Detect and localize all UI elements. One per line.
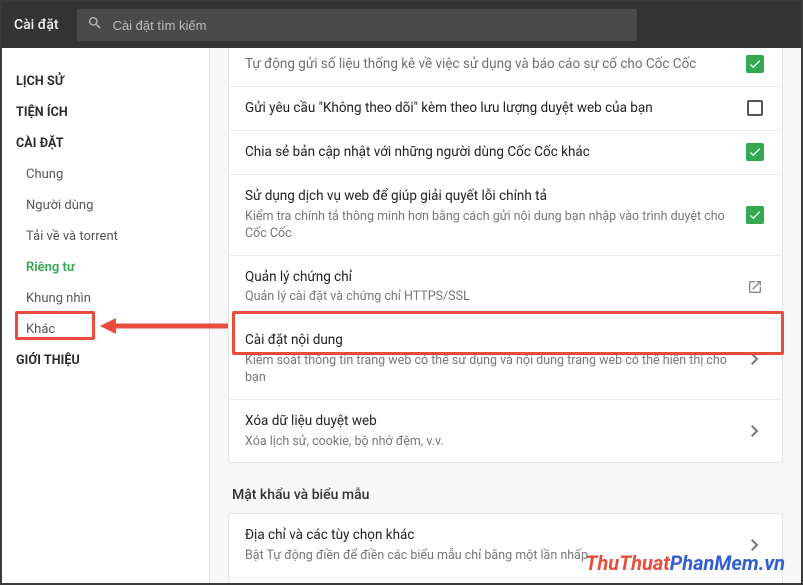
sidebar-item-general[interactable]: Chung: [16, 159, 209, 190]
row-title: Cài đặt nội dung: [245, 331, 732, 350]
forms-card: Địa chỉ và các tùy chọn khác Bật Tự động…: [228, 513, 783, 583]
row-title: Sử dụng dịch vụ web để giúp giải quyết l…: [245, 187, 732, 206]
search-box[interactable]: [77, 9, 637, 41]
row-share-updates[interactable]: Chia sẻ bản cập nhật với những người dùn…: [229, 131, 782, 175]
external-link-icon: [744, 279, 766, 295]
row-title: Chia sẻ bản cập nhật với những người dùn…: [245, 143, 732, 162]
row-subtitle: Kiểm tra chính tả thông minh hơn bằng cá…: [245, 208, 732, 243]
checkbox-on[interactable]: [744, 55, 766, 73]
row-title: Tự động gửi số liệu thống kê về việc sử …: [245, 55, 732, 74]
row-title: Địa chỉ và các tùy chọn khác: [245, 526, 732, 545]
row-addresses[interactable]: Địa chỉ và các tùy chọn khác Bật Tự động…: [229, 514, 782, 577]
sidebar-item-downloads[interactable]: Tải về và torrent: [16, 221, 209, 252]
search-input[interactable]: [113, 18, 627, 33]
row-spellcheck[interactable]: Sử dụng dịch vụ web để giúp giải quyết l…: [229, 175, 782, 256]
row-clear-data[interactable]: Xóa dữ liệu duyệt web Xóa lịch sử, cooki…: [229, 400, 782, 462]
row-subtitle: Quản lý cài đặt và chứng chỉ HTTPS/SSL: [245, 288, 732, 306]
sidebar-item-other[interactable]: Khác: [16, 314, 209, 345]
row-subtitle: Xóa lịch sử, cookie, bộ nhớ đệm, v.v.: [245, 433, 732, 451]
row-subtitle: Bật Tự động điền để điền các biểu mẫu ch…: [245, 547, 732, 565]
sidebar-section-settings[interactable]: CÀI ĐẶT: [16, 128, 209, 159]
search-icon: [87, 15, 103, 35]
section-title-forms: Mật khẩu và biểu mẫu: [232, 487, 779, 503]
chevron-right-icon: [744, 539, 766, 551]
checkbox-on[interactable]: [744, 143, 766, 161]
row-subtitle: Kiểm soát thông tin trang web có thể sử …: [245, 352, 732, 387]
row-manage-certs[interactable]: Quản lý chứng chỉ Quản lý cài đặt và chứ…: [229, 256, 782, 319]
sidebar: LỊCH SỬ TIỆN ÍCH CÀI ĐẶT Chung Người dùn…: [2, 48, 210, 583]
row-content-settings[interactable]: Cài đặt nội dung Kiểm soát thông tin tra…: [229, 319, 782, 400]
chevron-right-icon: [744, 353, 766, 365]
sidebar-item-appearance[interactable]: Khung nhìn: [16, 283, 209, 314]
privacy-settings-card: Tự động gửi số liệu thống kê về việc sử …: [228, 48, 783, 463]
row-do-not-track[interactable]: Gửi yêu cầu "Không theo dõi" kèm theo lư…: [229, 87, 782, 131]
sidebar-section-history[interactable]: LỊCH SỬ: [16, 66, 209, 97]
header-bar: Cài đặt: [2, 2, 801, 48]
sidebar-section-about[interactable]: GIỚI THIỆU: [16, 345, 209, 376]
main-panel: Tự động gửi số liệu thống kê về việc sử …: [210, 48, 801, 583]
page-title: Cài đặt: [14, 17, 59, 33]
row-usage-stats[interactable]: Tự động gửi số liệu thống kê về việc sử …: [229, 48, 782, 87]
row-title: Quản lý chứng chỉ: [245, 268, 732, 287]
row-title: Gửi yêu cầu "Không theo dõi" kèm theo lư…: [245, 99, 732, 118]
sidebar-section-extensions[interactable]: TIỆN ÍCH: [16, 97, 209, 128]
sidebar-item-privacy[interactable]: Riêng tư: [16, 252, 209, 283]
checkbox-on[interactable]: [744, 206, 766, 224]
checkbox-off[interactable]: [744, 100, 766, 116]
sidebar-item-users[interactable]: Người dùng: [16, 190, 209, 221]
row-payments[interactable]: Phương thức thanh toán Bật tính năng Tự …: [229, 578, 782, 583]
row-title: Xóa dữ liệu duyệt web: [245, 412, 732, 431]
chevron-right-icon: [744, 425, 766, 437]
